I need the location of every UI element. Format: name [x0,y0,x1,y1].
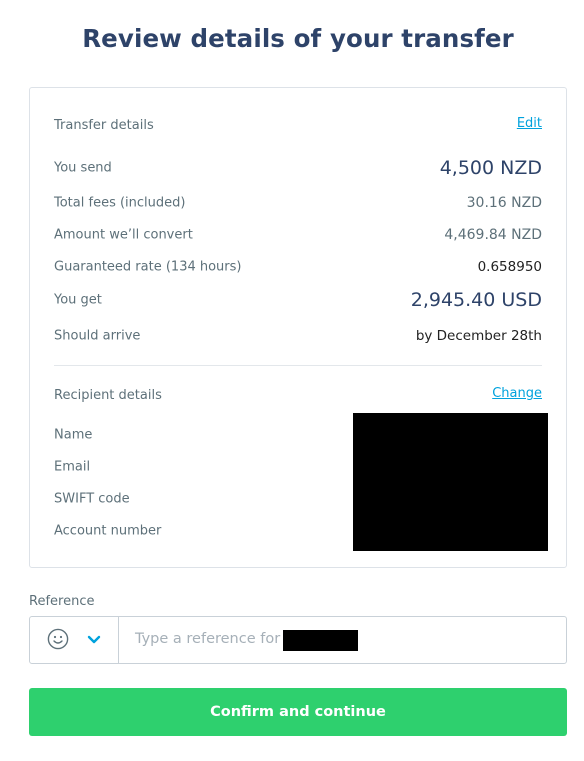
row-you-send: You send 4,500 NZD [54,156,542,180]
row-total-fees: Total fees (included) 30.16 NZD [54,191,542,215]
total-fees-value: 30.16 NZD [466,195,542,211]
amount-convert-label: Amount we’ll convert [54,227,193,243]
you-get-label: You get [54,292,102,308]
recipient-email-label: Email [54,459,91,475]
guaranteed-rate-label: Guaranteed rate (134 hours) [54,259,242,275]
you-send-value: 4,500 NZD [439,157,542,179]
redacted-recipient-values [353,413,548,551]
recipient-swift-label: SWIFT code [54,491,130,507]
should-arrive-label: Should arrive [54,328,141,344]
redacted-recipient-name [283,630,358,651]
smiley-icon [47,628,69,650]
recipient-account-label: Account number [54,523,162,539]
section-divider [54,365,542,366]
chevron-down-icon [87,635,101,644]
row-amount-convert: Amount we’ll convert 4,469.84 NZD [54,223,542,247]
edit-link[interactable]: Edit [517,114,542,134]
recipient-name-label: Name [54,427,93,443]
row-you-get: You get 2,945.40 USD [54,288,542,312]
you-send-label: You send [54,160,112,176]
emoji-picker-button[interactable] [30,617,119,663]
transfer-details-title: Transfer details [54,118,154,133]
recipient-details-title: Recipient details [54,388,162,403]
row-should-arrive: Should arrive by December 28th [54,324,542,348]
amount-convert-value: 4,469.84 NZD [444,227,542,243]
guaranteed-rate-value: 0.658950 [477,259,542,275]
should-arrive-value: by December 28th [415,328,542,344]
confirm-continue-button[interactable]: Confirm and continue [29,688,567,736]
total-fees-label: Total fees (included) [54,195,186,211]
page-title: Review details of your transfer [82,24,514,53]
transfer-details-header: Transfer details Edit [54,116,542,136]
row-guaranteed-rate: Guaranteed rate (134 hours) 0.658950 [54,255,542,279]
review-card: Transfer details Edit You send 4,500 NZD… [29,87,567,568]
recipient-details-header: Recipient details Change [54,386,542,406]
reference-input-group: Type a reference for [29,616,567,664]
reference-label: Reference [29,594,95,609]
reference-input[interactable]: Type a reference for [135,631,280,647]
change-link[interactable]: Change [492,384,542,404]
you-get-value: 2,945.40 USD [410,289,542,311]
